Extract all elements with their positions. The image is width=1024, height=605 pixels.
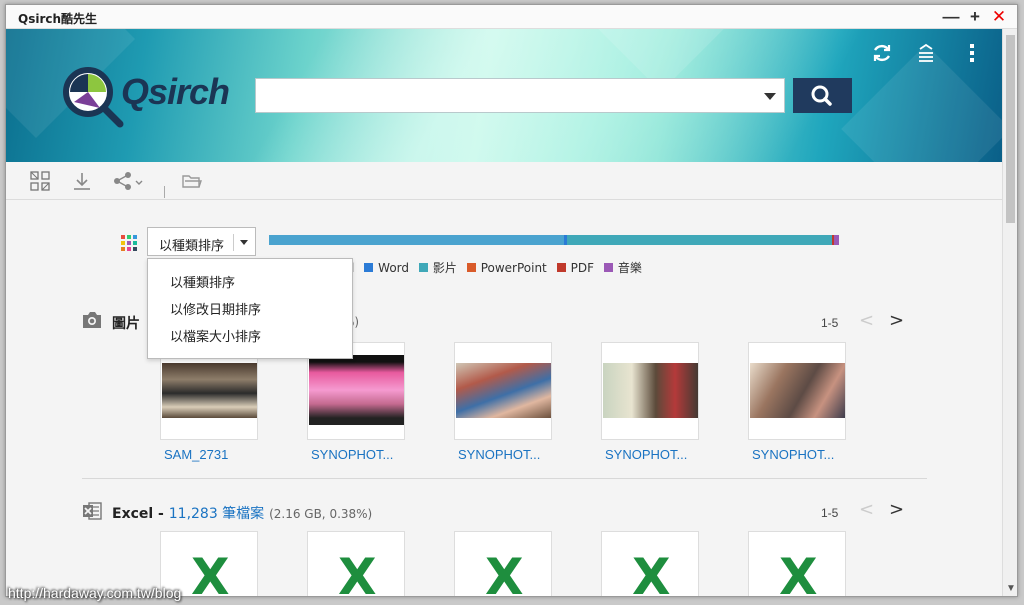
excel-x-icon: X (632, 548, 671, 597)
sort-select[interactable]: 以種類排序 (147, 227, 256, 256)
photo-image (309, 355, 404, 425)
sort-option-date[interactable]: 以修改日期排序 (170, 299, 261, 318)
search-icon (811, 85, 832, 106)
excel-section-meta: (2.16 GB, 0.38%) (269, 507, 373, 521)
sort-selected-label: 以種類排序 (159, 239, 225, 254)
legend-item-powerpoint: PowerPoint (466, 261, 547, 275)
photo-image (162, 363, 257, 418)
qsirch-logo-icon (63, 67, 124, 128)
sort-option-size[interactable]: 以檔案大小排序 (170, 326, 261, 345)
app-title: Qsirch酷先生 (18, 12, 98, 26)
download-icon[interactable] (71, 170, 93, 192)
excel-thumbnail[interactable]: X (748, 531, 846, 597)
search-button[interactable] (793, 78, 852, 113)
photo-filename[interactable]: SAM_2731 (164, 447, 274, 462)
share-icon[interactable] (112, 170, 148, 192)
excel-icon (83, 502, 102, 520)
excel-thumbnail[interactable]: X (601, 531, 699, 597)
excel-page-range: 1-5 (821, 506, 839, 520)
title-bar: Qsirch酷先生 — + ✕ (6, 5, 1017, 29)
scroll-thumb[interactable] (1006, 35, 1015, 223)
results-area: 以種類排序 l Word 影片 PowerPoint PDF 音樂 以種類排序 … (6, 201, 1002, 597)
search-input[interactable] (256, 79, 746, 112)
photo-image (750, 363, 845, 418)
excel-next-page-button[interactable]: > (889, 499, 904, 520)
chevron-down-icon (240, 240, 248, 245)
watermark-text: http://hardaway.com.tw/blog (8, 585, 182, 601)
file-type-legend: l Word 影片 PowerPoint PDF 音樂 (351, 259, 648, 277)
folder-open-icon[interactable] (181, 170, 203, 192)
photo-filename[interactable]: SYNOPHOT... (311, 447, 421, 462)
maximize-button[interactable]: + (965, 7, 985, 27)
photo-filename[interactable]: SYNOPHOT... (458, 447, 568, 462)
photo-next-page-button[interactable]: > (889, 310, 904, 331)
excel-prev-page-button[interactable]: < (859, 499, 874, 520)
legend-item-music: 音樂 (603, 259, 642, 276)
legend-item-word: Word (364, 261, 409, 275)
vertical-scrollbar[interactable]: ▼ (1002, 29, 1017, 596)
excel-section-heading: Excel - 11,283 筆檔案 (2.16 GB, 0.38%) (112, 503, 372, 523)
photo-filename[interactable]: SYNOPHOT... (752, 447, 862, 462)
photo-filename[interactable]: SYNOPHOT... (605, 447, 715, 462)
close-button[interactable]: ✕ (989, 7, 1009, 27)
logo-text: Qsirch (121, 71, 230, 112)
search-box (255, 78, 785, 113)
sort-option-type[interactable]: 以種類排序 (170, 272, 235, 291)
usage-segment-video (567, 235, 832, 245)
sort-divider (233, 234, 234, 251)
header-banner: Qsirch (6, 29, 1002, 162)
minimize-button[interactable]: — (941, 7, 961, 27)
file-type-grid-icon (121, 235, 137, 251)
app-window: Qsirch酷先生 — + ✕ Qsirch ▼ 以種類排序 Word 影片 P… (5, 4, 1018, 597)
storage-usage-bar (269, 235, 839, 245)
photo-thumbnail[interactable] (601, 342, 699, 440)
search-options-chevron-down-icon[interactable] (764, 93, 776, 100)
usage-segment-music (834, 235, 839, 245)
photo-image (603, 363, 698, 418)
section-divider (82, 478, 927, 479)
excel-thumbnail[interactable]: X (454, 531, 552, 597)
photo-image (456, 363, 551, 418)
more-vertical-icon[interactable] (960, 41, 984, 65)
photo-thumbnail[interactable] (748, 342, 846, 440)
refresh-icon[interactable] (870, 41, 894, 65)
scroll-down-icon[interactable]: ▼ (1006, 583, 1016, 594)
legend-item-pdf: PDF (556, 261, 594, 275)
sort-dropdown-menu: 以種類排序 以修改日期排序 以檔案大小排序 (147, 258, 353, 359)
storage-icon[interactable] (914, 41, 938, 65)
excel-x-icon: X (485, 548, 524, 597)
toolbar-separator (164, 186, 165, 198)
legend-item-video: 影片 (418, 259, 457, 276)
camera-icon (83, 312, 101, 328)
excel-thumbnail[interactable]: X (307, 531, 405, 597)
toolbar (6, 162, 1002, 200)
excel-x-icon: X (779, 548, 818, 597)
excel-x-icon: X (338, 548, 377, 597)
excel-section-title: Excel - (112, 506, 169, 522)
excel-x-icon: X (191, 548, 230, 597)
photo-section-title: 圖片 (112, 316, 140, 332)
photo-thumbnail[interactable] (454, 342, 552, 440)
usage-segment-image (269, 235, 564, 245)
excel-file-count-link[interactable]: 11,283 筆檔案 (169, 506, 264, 522)
select-all-icon[interactable] (29, 170, 51, 192)
photo-page-range: 1-5 (821, 316, 839, 330)
photo-prev-page-button[interactable]: < (859, 310, 874, 331)
